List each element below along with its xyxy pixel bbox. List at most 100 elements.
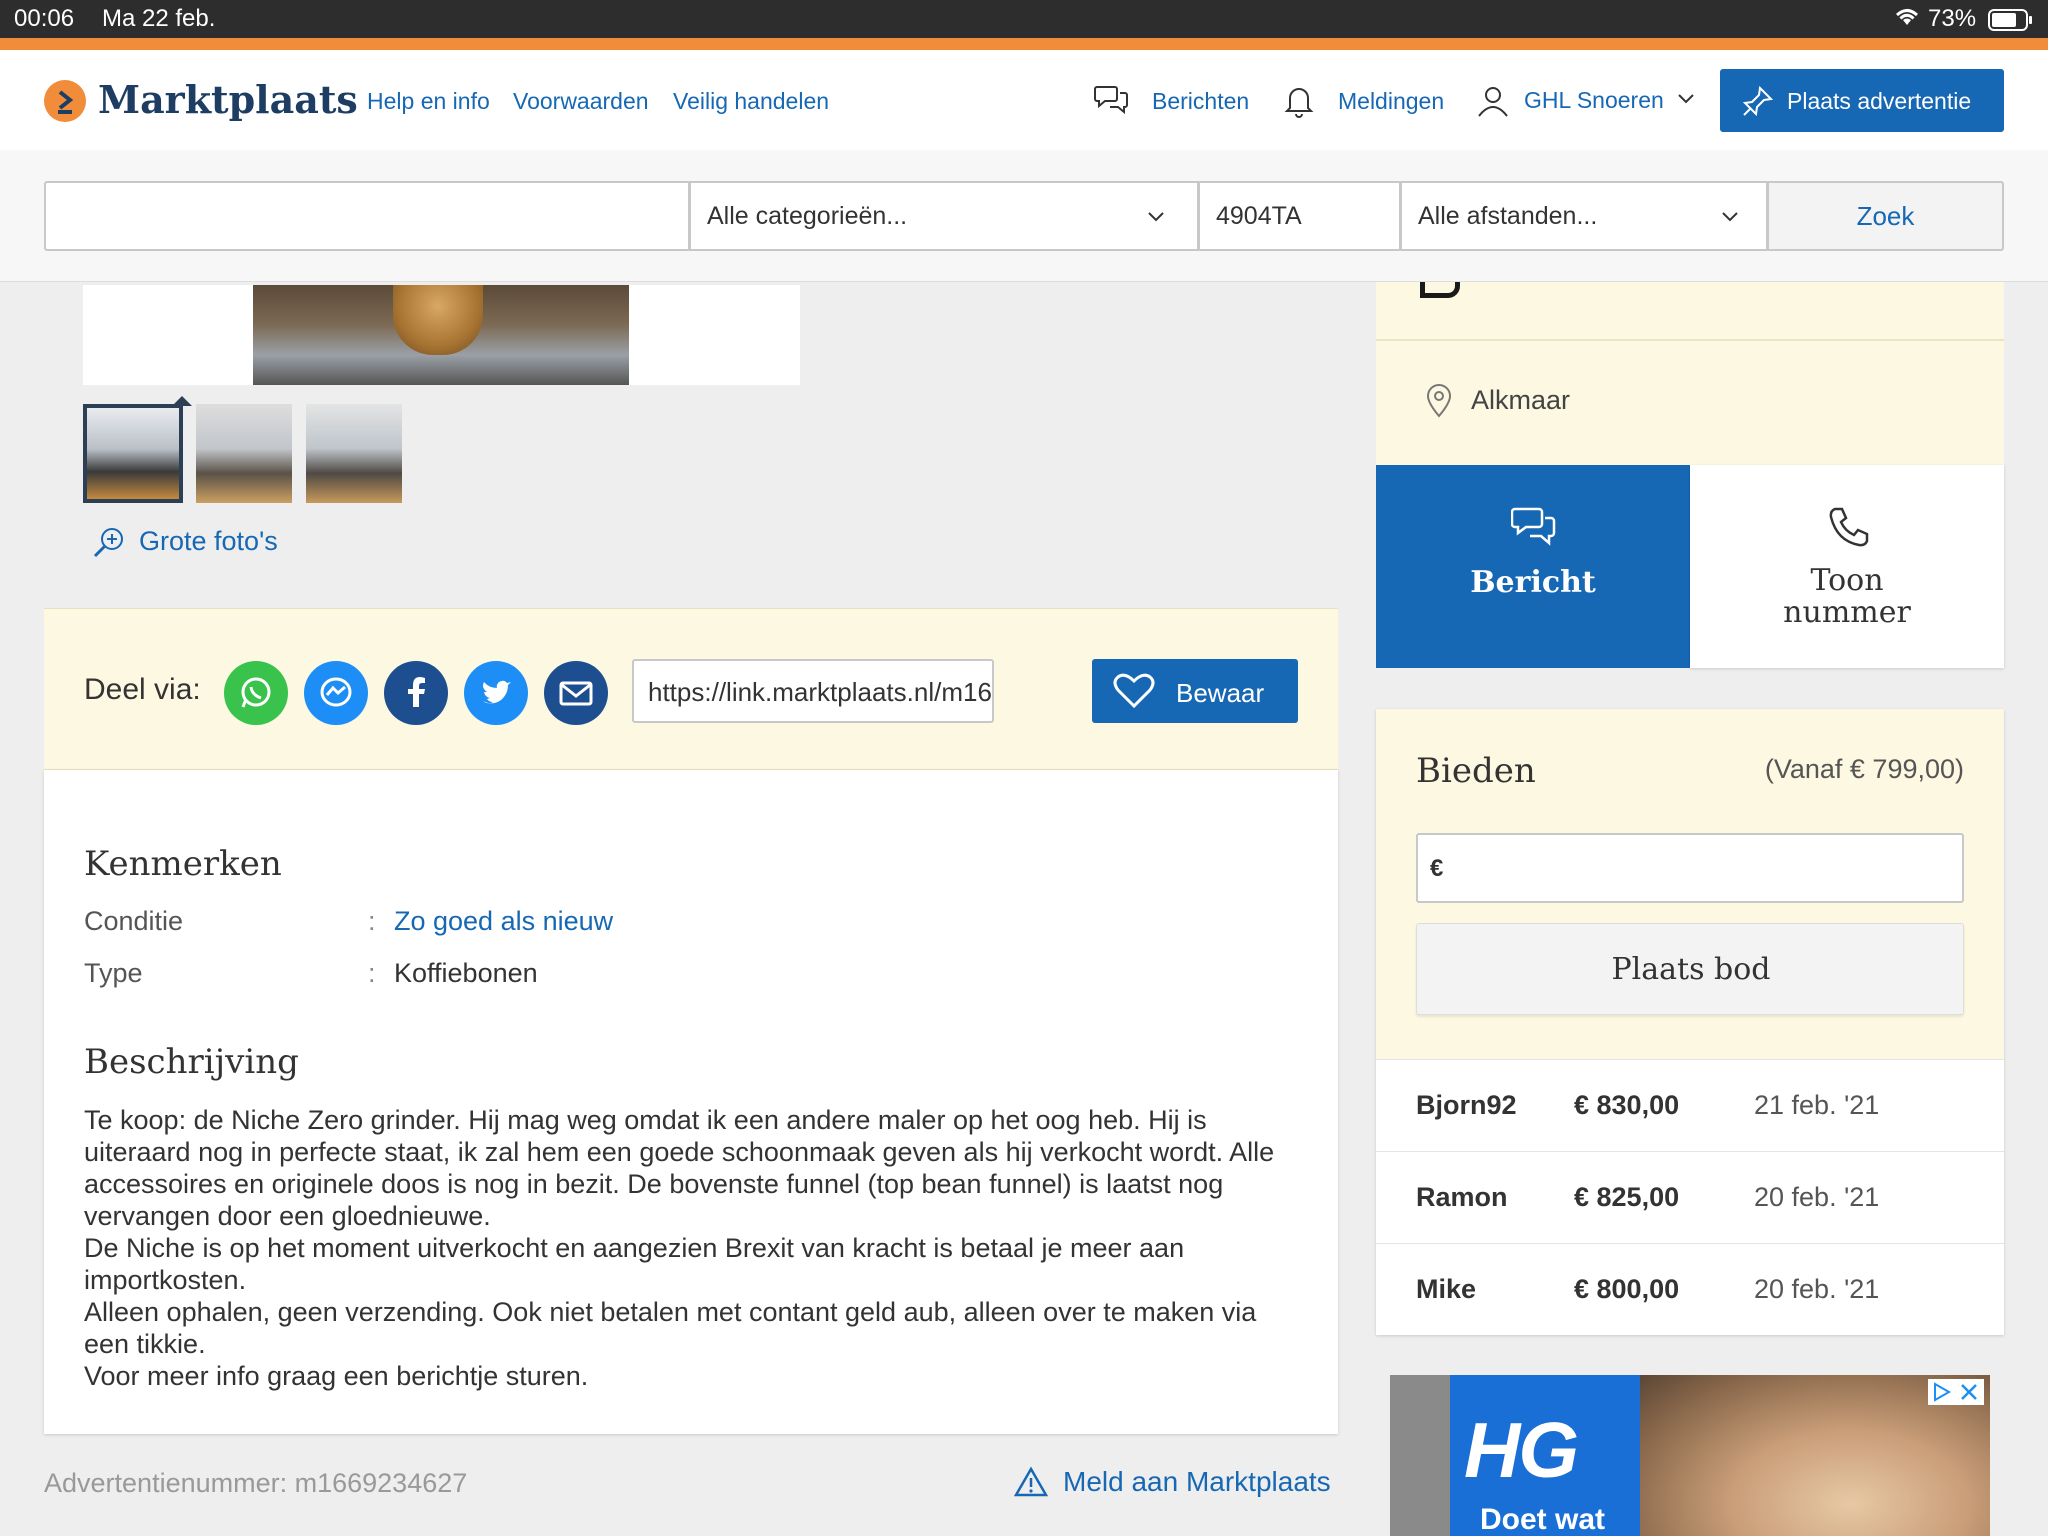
bidder-name[interactable]: Mike	[1416, 1274, 1476, 1305]
save-label: Bewaar	[1176, 678, 1265, 708]
features-title: Kenmerken	[84, 844, 282, 884]
marktplaats-logo-icon[interactable]	[44, 80, 86, 122]
ad-brand: HG	[1464, 1406, 1579, 1494]
share-label: Deel via:	[84, 673, 201, 706]
category-select[interactable]: Alle categorieën...	[689, 181, 1199, 251]
listing-details: Kenmerken Conditie : Zo goed als nieuw T…	[44, 770, 1338, 1434]
bidder-name[interactable]: Bjorn92	[1416, 1090, 1517, 1121]
ad-choices-icon[interactable]	[1932, 1382, 1952, 1402]
photo-grinder-base	[393, 285, 483, 355]
notifications-link[interactable]: Meldingen	[1338, 88, 1444, 115]
gallery-section: Grote foto's	[44, 282, 1338, 609]
bidding-title: Bieden	[1416, 751, 1536, 791]
bid-amount: € 830,00	[1574, 1090, 1680, 1120]
bid-row: Ramon € 825,00 20 feb. '21	[1376, 1151, 2004, 1243]
description-line: accessoires en originele doos is nog in …	[84, 1169, 1224, 1199]
description-line: vervangen door een gloednieuwe.	[84, 1201, 491, 1231]
facebook-icon[interactable]	[384, 661, 448, 725]
divider	[1376, 339, 2004, 341]
postcode-input[interactable]: 4904TA	[1198, 181, 1401, 251]
phone-icon	[1829, 507, 1869, 547]
user-icon[interactable]	[1476, 84, 1510, 123]
feature-value-condition[interactable]: Zo goed als nieuw	[394, 906, 613, 937]
advertisement[interactable]: HG Doet wat	[1390, 1375, 1990, 1536]
feature-value-type: Koffiebonen	[394, 958, 538, 988]
close-icon[interactable]	[1960, 1383, 1978, 1401]
location-pin-icon	[1426, 384, 1452, 423]
search-bar: Alle categorieën... 4904TA Alle afstande…	[0, 150, 2048, 282]
bell-icon[interactable]	[1284, 84, 1314, 123]
message-seller-button[interactable]: Bericht	[1376, 465, 1690, 668]
logo-text[interactable]: Marktplaats	[98, 77, 358, 122]
place-bid-button[interactable]: Plaats bod	[1416, 923, 1964, 1015]
messenger-icon[interactable]	[304, 661, 368, 725]
share-url-field[interactable]: https://link.marktplaats.nl/m1669234627	[632, 659, 994, 723]
status-bar: 00:06 Ma 22 feb. 73%	[0, 0, 2048, 38]
seller-location: Alkmaar	[1471, 385, 1571, 415]
feature-label-type: Type	[84, 958, 143, 988]
user-menu[interactable]: GHL Snoeren	[1524, 87, 1664, 114]
currency-symbol: €	[1430, 855, 1444, 882]
search-button-label: Zoek	[1856, 200, 1915, 231]
thumbnail-1[interactable]	[83, 404, 183, 503]
main-photo[interactable]	[253, 285, 629, 385]
category-select-value: Alle categorieën...	[707, 201, 908, 230]
place-bid-label: Plaats bod	[1611, 952, 1771, 987]
seller-info-panel: Alkmaar	[1376, 282, 2004, 465]
site-header: Marktplaats Help en info Voorwaarden Vei…	[0, 50, 2048, 150]
nav-terms[interactable]: Voorwaarden	[513, 88, 649, 115]
chat-bubbles-icon[interactable]	[1094, 83, 1130, 120]
description-line: Voor meer info graag een berichtje sture…	[84, 1361, 589, 1391]
search-input[interactable]	[44, 181, 690, 251]
bid-row: Bjorn92 € 830,00 21 feb. '21	[1376, 1059, 2004, 1151]
distance-select[interactable]: Alle afstanden...	[1400, 181, 1768, 251]
bid-amount: € 825,00	[1574, 1182, 1680, 1212]
zoom-icon[interactable]	[92, 526, 126, 565]
bidder-name[interactable]: Ramon	[1416, 1182, 1508, 1213]
feature-separator: :	[368, 958, 376, 988]
thumbnail-3[interactable]	[306, 404, 402, 503]
header-accent-strip	[0, 38, 2048, 50]
bid-date: 20 feb. '21	[1754, 1182, 1880, 1212]
bidding-minimum: (Vanaf € 799,00)	[1764, 754, 1964, 784]
chevron-down-icon[interactable]	[1676, 92, 1696, 111]
bid-amount: € 800,00	[1574, 1274, 1680, 1304]
share-url-value: https://link.marktplaats.nl/m1669234627	[648, 677, 992, 707]
show-number-line1: Toon	[1810, 563, 1884, 598]
post-ad-label: Plaats advertentie	[1787, 88, 1972, 114]
show-number-button[interactable]: Toon nummer	[1690, 465, 2004, 668]
ad-choices[interactable]	[1928, 1379, 1984, 1405]
description-line: importkosten.	[84, 1265, 247, 1295]
big-photos-link[interactable]: Grote foto's	[139, 526, 278, 557]
bid-date: 20 feb. '21	[1754, 1274, 1880, 1304]
whatsapp-icon[interactable]	[224, 661, 288, 725]
email-icon[interactable]	[544, 661, 608, 725]
ad-number: Advertentienummer: m1669234627	[44, 1468, 468, 1498]
warning-icon[interactable]	[1013, 1466, 1049, 1503]
search-button[interactable]: Zoek	[1767, 181, 2004, 251]
nav-help[interactable]: Help en info	[367, 88, 490, 115]
heart-icon	[1113, 673, 1155, 709]
description-line: Alleen ophalen, geen verzending. Ook nie…	[84, 1297, 1257, 1327]
bid-date: 21 feb. '21	[1754, 1090, 1880, 1120]
chevron-down-icon	[1148, 212, 1164, 222]
report-link[interactable]: Meld aan Marktplaats	[1063, 1466, 1331, 1498]
post-ad-button[interactable]: Plaats advertentie	[1720, 69, 2004, 132]
description-line: Te koop: de Niche Zero grinder. Hij mag …	[84, 1105, 1207, 1135]
thumbnail-2[interactable]	[196, 404, 292, 503]
messages-link[interactable]: Berichten	[1152, 88, 1249, 115]
feature-separator: :	[368, 906, 376, 936]
status-time: 00:06	[14, 5, 75, 32]
nav-safe-trading[interactable]: Veilig handelen	[673, 88, 829, 115]
wifi-icon	[1892, 5, 1922, 35]
ad-tagline: Doet wat	[1480, 1503, 1606, 1536]
twitter-icon[interactable]	[464, 661, 528, 725]
save-button[interactable]: Bewaar	[1092, 659, 1298, 723]
description-line: een tikkie.	[84, 1329, 206, 1359]
chat-bubbles-icon	[1511, 507, 1556, 546]
bid-row: Mike € 800,00 20 feb. '21	[1376, 1243, 2004, 1335]
chevron-down-icon	[1722, 212, 1738, 222]
bid-amount-input[interactable]: €	[1416, 833, 1964, 903]
distance-select-value: Alle afstanden...	[1418, 201, 1598, 230]
ad-brand-panel: HG Doet wat	[1450, 1375, 1640, 1536]
